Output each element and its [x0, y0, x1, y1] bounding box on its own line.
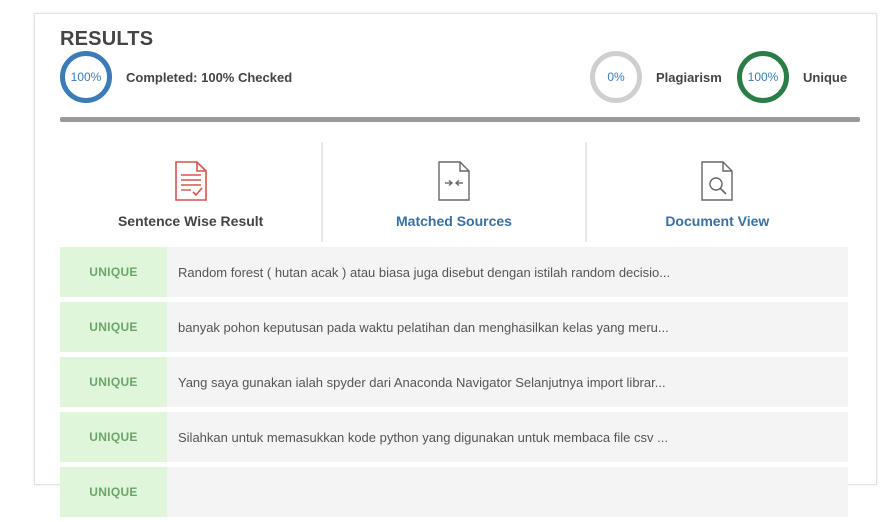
results-panel: RESULTS 100% Completed: 100% Checked 0% … — [34, 13, 877, 517]
plagiarism-percent: 0% — [607, 70, 625, 84]
status-badge: UNIQUE — [60, 302, 167, 352]
progress-fill — [60, 117, 860, 122]
sentence-text: Silahkan untuk memasukkan kode python ya… — [178, 429, 668, 445]
sentence-text — [167, 467, 848, 517]
tab-sentence-wise-result[interactable]: Sentence Wise Result — [60, 142, 321, 242]
result-row[interactable]: UNIQUE — [60, 467, 848, 517]
status-badge: UNIQUE — [60, 357, 167, 407]
tab-matched-sources[interactable]: Matched Sources — [321, 142, 584, 242]
plagiarism-label: Plagiarism — [656, 70, 722, 85]
report-document-icon — [174, 161, 207, 201]
compare-document-icon — [438, 161, 470, 201]
document-search-icon — [701, 161, 734, 201]
status-badge: UNIQUE — [60, 467, 167, 517]
sentence-text: Random forest ( hutan acak ) atau biasa … — [178, 264, 671, 280]
results-title: RESULTS — [60, 28, 154, 50]
sentence-results-list: UNIQUE Random forest ( hutan acak ) atau… — [60, 247, 848, 522]
status-badge: UNIQUE — [60, 247, 167, 297]
tab-matched-sources-label: Matched Sources — [396, 213, 512, 229]
tab-sentence-wise-result-label: Sentence Wise Result — [117, 213, 264, 229]
sentence-text: banyak pohon keputusan pada waktu pelati… — [178, 319, 669, 335]
result-row[interactable]: UNIQUE Random forest ( hutan acak ) atau… — [60, 247, 848, 297]
tab-document-view[interactable]: Document View — [584, 142, 848, 242]
completed-percent: 100% — [70, 70, 102, 84]
tab-document-view-label: Document View — [665, 213, 770, 229]
result-view-tabs: Sentence Wise Result Matched Sources Doc… — [60, 142, 848, 242]
unique-label: Unique — [803, 70, 848, 85]
result-row[interactable]: UNIQUE banyak pohon keputusan pada waktu… — [60, 302, 848, 352]
status-badge: UNIQUE — [60, 412, 167, 462]
completed-progress-circle: 100% — [60, 51, 112, 103]
sentence-text: Yang saya gunakan ialah spyder dari Anac… — [178, 374, 666, 390]
check-progress-bar — [60, 117, 860, 122]
unique-percent: 100% — [747, 70, 779, 84]
result-row[interactable]: UNIQUE Yang saya gunakan ialah spyder da… — [60, 357, 848, 407]
unique-circle: 100% — [737, 51, 789, 103]
completed-label: Completed: 100% Checked — [126, 70, 293, 85]
result-row[interactable]: UNIQUE Silahkan untuk memasukkan kode py… — [60, 412, 848, 462]
plagiarism-circle: 0% — [590, 51, 642, 103]
